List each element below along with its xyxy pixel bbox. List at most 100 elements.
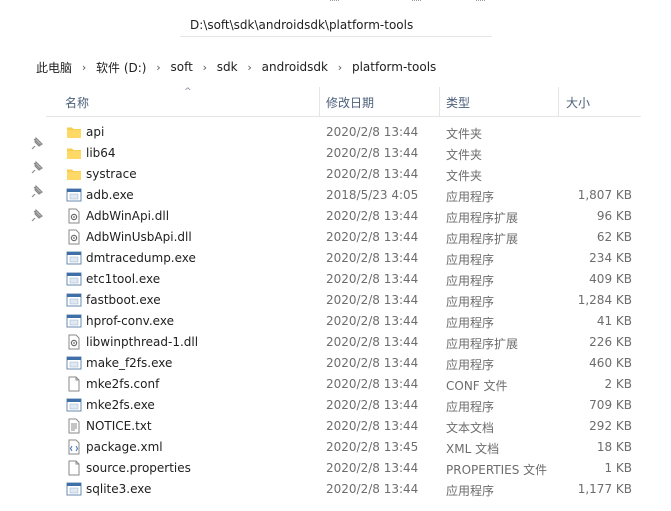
file-type: 应用程序扩展 <box>446 337 519 351</box>
file-size: 1,284 KB <box>577 293 632 307</box>
file-type: 应用程序 <box>446 484 495 498</box>
chevron-right-icon[interactable]: › <box>72 61 96 74</box>
pin-icon[interactable] <box>30 209 44 223</box>
file-name: hprof-conv.exe <box>86 314 174 328</box>
exe-icon <box>66 481 82 497</box>
file-size: 226 KB <box>589 335 632 349</box>
file-name: source.properties <box>86 461 191 475</box>
file-row[interactable]: etc1tool.exe 2020/2/8 13:44 应用程序 409 KB <box>62 269 642 290</box>
file-size: 62 KB <box>596 230 632 244</box>
file-size: 234 KB <box>589 251 632 265</box>
exe-icon <box>66 397 82 413</box>
breadcrumb-platform-tools[interactable]: platform-tools <box>352 60 436 74</box>
file-name: etc1tool.exe <box>86 272 161 286</box>
exe-icon <box>66 250 82 266</box>
dll-icon <box>66 334 82 350</box>
file-icon <box>66 376 82 392</box>
file-name: fastboot.exe <box>86 293 161 307</box>
address-path[interactable]: D:\soft\sdk\androidsdk\platform-tools <box>190 18 413 32</box>
file-type: XML 文档 <box>446 442 500 456</box>
sort-ascending-icon: ^ <box>184 87 192 97</box>
file-size: 460 KB <box>589 356 632 370</box>
clipped-text-fragment <box>330 0 339 5</box>
pin-icon[interactable] <box>30 137 44 151</box>
folder-icon <box>66 124 82 140</box>
file-name: make_f2fs.exe <box>86 356 173 370</box>
chevron-right-icon[interactable]: › <box>238 61 262 74</box>
file-row[interactable]: source.properties 2020/2/8 13:44 PROPERTIE… <box>62 458 642 479</box>
column-divider[interactable] <box>319 87 320 116</box>
breadcrumb-soft[interactable]: soft <box>170 60 192 74</box>
pin-icon[interactable] <box>30 161 44 175</box>
file-name: lib64 <box>86 146 116 160</box>
file-row[interactable]: make_f2fs.exe 2020/2/8 13:44 应用程序 460 KB <box>62 353 642 374</box>
file-name: mke2fs.conf <box>86 377 160 391</box>
file-date: 2020/2/8 13:44 <box>326 314 419 328</box>
column-size[interactable]: 大小 <box>566 87 590 116</box>
pin-icon[interactable] <box>30 185 44 199</box>
column-divider[interactable] <box>558 87 559 116</box>
file-row[interactable]: systrace 2020/2/8 13:44 文件夹 <box>62 164 642 185</box>
file-type: 应用程序 <box>446 253 495 267</box>
file-row[interactable]: lib64 2020/2/8 13:44 文件夹 <box>62 143 642 164</box>
file-row[interactable]: AdbWinApi.dll 2020/2/8 13:44 应用程序扩展 96 KB <box>62 206 642 227</box>
file-size: 1 KB <box>604 461 632 475</box>
breadcrumb-androidsdk[interactable]: androidsdk <box>262 60 328 74</box>
file-row[interactable]: sqlite3.exe 2020/2/8 13:44 应用程序 1,177 KB <box>62 479 642 500</box>
address-bar[interactable]: D:\soft\sdk\androidsdk\platform-tools <box>180 0 492 37</box>
file-date: 2020/2/8 13:44 <box>326 293 419 307</box>
breadcrumb-sdk[interactable]: sdk <box>217 60 238 74</box>
file-row[interactable]: NOTICE.txt 2020/2/8 13:44 文本文档 292 KB <box>62 416 642 437</box>
file-icon <box>66 460 82 476</box>
folder-icon <box>66 166 82 182</box>
file-row[interactable]: package.xml 2020/2/8 13:45 XML 文档 18 KB <box>62 437 642 458</box>
file-date: 2018/5/23 4:05 <box>326 188 419 202</box>
file-row[interactable]: adb.exe 2018/5/23 4:05 应用程序 1,807 KB <box>62 185 642 206</box>
column-type[interactable]: 类型 <box>446 87 470 116</box>
file-type: 文件夹 <box>446 169 483 183</box>
breadcrumb-this-pc[interactable]: 此电脑 <box>36 59 72 76</box>
file-type: 应用程序扩展 <box>446 211 519 225</box>
file-type: 应用程序 <box>446 295 495 309</box>
file-row[interactable]: mke2fs.exe 2020/2/8 13:44 应用程序 709 KB <box>62 395 642 416</box>
breadcrumb-drive-d[interactable]: 软件 (D:) <box>96 59 146 76</box>
file-name: api <box>86 125 105 139</box>
file-row[interactable]: dmtracedump.exe 2020/2/8 13:44 应用程序 234 KB <box>62 248 642 269</box>
file-size: 41 KB <box>596 314 632 328</box>
file-type: 应用程序 <box>446 316 495 330</box>
file-row[interactable]: mke2fs.conf 2020/2/8 13:44 CONF 文件 2 KB <box>62 374 642 395</box>
exe-icon <box>66 187 82 203</box>
column-name[interactable]: 名称 <box>65 87 89 116</box>
column-divider[interactable] <box>439 87 440 116</box>
file-size: 709 KB <box>589 398 632 412</box>
file-name: AdbWinApi.dll <box>86 209 170 223</box>
file-row[interactable]: api 2020/2/8 13:44 文件夹 <box>62 122 642 143</box>
file-row[interactable]: fastboot.exe 2020/2/8 13:44 应用程序 1,284 KB <box>62 290 642 311</box>
file-row[interactable]: hprof-conv.exe 2020/2/8 13:44 应用程序 41 KB <box>62 311 642 332</box>
file-name: package.xml <box>86 440 163 454</box>
file-date: 2020/2/8 13:44 <box>326 482 419 496</box>
file-type: PROPERTIES 文件 <box>446 463 548 477</box>
chevron-right-icon[interactable]: › <box>193 61 217 74</box>
chevron-right-icon[interactable]: › <box>146 61 170 74</box>
file-name: NOTICE.txt <box>86 419 152 433</box>
file-size: 292 KB <box>589 419 632 433</box>
file-type: 文本文档 <box>446 421 495 435</box>
file-type: 文件夹 <box>446 127 483 141</box>
xml-icon <box>66 439 82 455</box>
chevron-right-icon[interactable]: › <box>328 61 352 74</box>
file-date: 2020/2/8 13:44 <box>326 209 419 223</box>
clipped-text-fragment <box>412 0 421 5</box>
file-name: mke2fs.exe <box>86 398 155 412</box>
file-date: 2020/2/8 13:44 <box>326 272 419 286</box>
file-row[interactable]: libwinpthread-1.dll 2020/2/8 13:44 应用程序扩展 2… <box>62 332 642 353</box>
file-row[interactable]: AdbWinUsbApi.dll 2020/2/8 13:44 应用程序扩展 62 K… <box>62 227 642 248</box>
file-name: systrace <box>86 167 137 181</box>
file-type: 应用程序 <box>446 400 495 414</box>
file-size: 409 KB <box>589 272 632 286</box>
column-date[interactable]: 修改日期 <box>326 87 374 116</box>
file-date: 2020/2/8 13:44 <box>326 335 419 349</box>
clipped-text-fragment <box>476 0 485 5</box>
folder-icon <box>66 145 82 161</box>
file-type: 应用程序 <box>446 190 495 204</box>
